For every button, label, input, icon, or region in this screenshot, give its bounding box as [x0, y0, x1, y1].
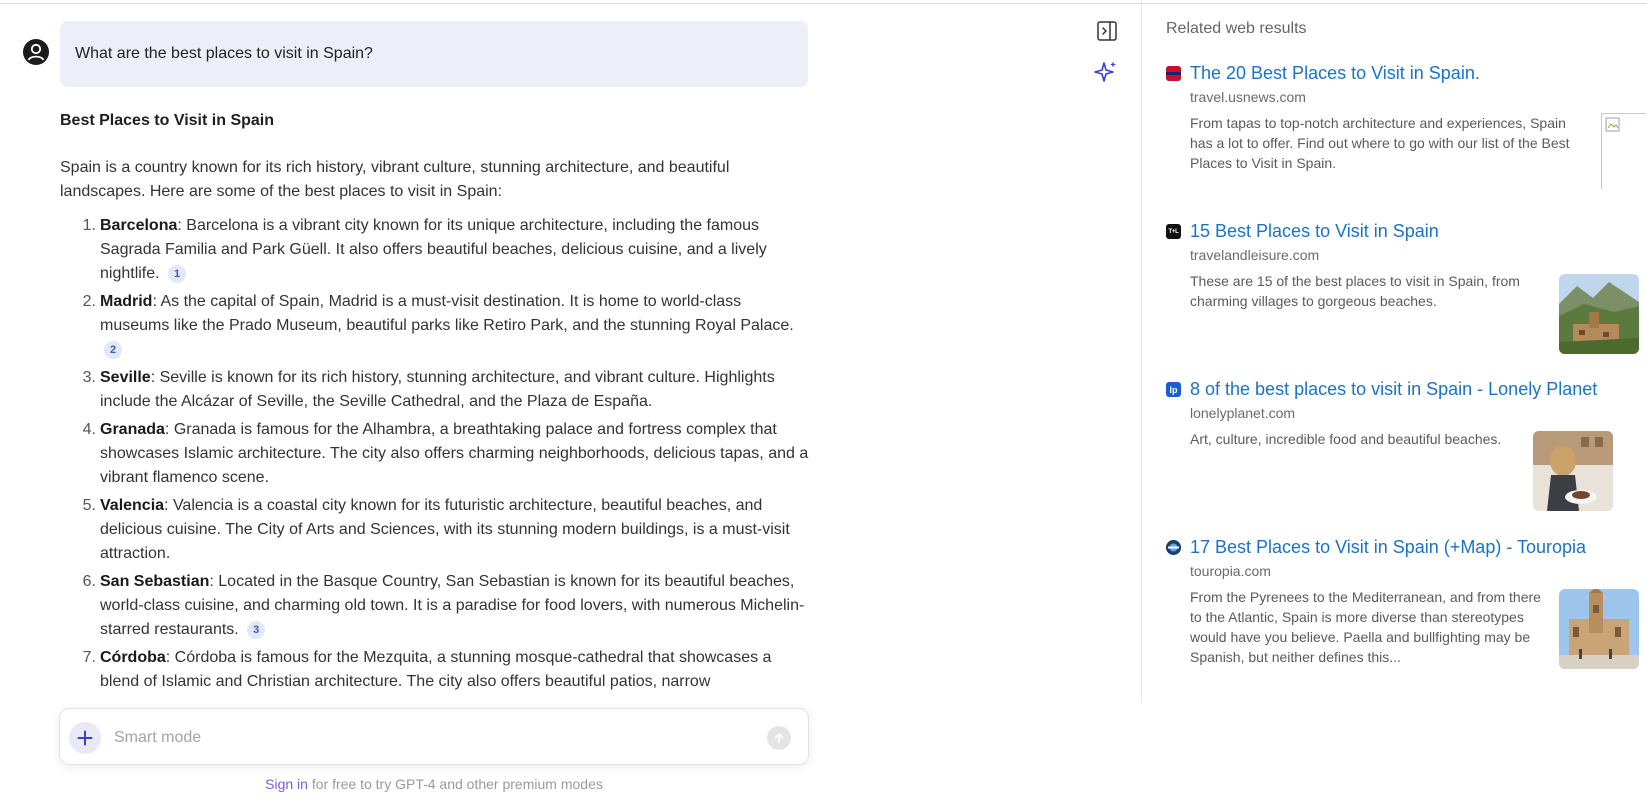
add-attachment-button[interactable] [69, 722, 101, 754]
signin-prompt: Sign in for free to try GPT-4 and other … [0, 776, 868, 792]
related-results-heading: Related web results [1166, 20, 1307, 37]
favicon-text: lp [1169, 384, 1178, 395]
place-name: San Sebastian [100, 573, 210, 590]
result-domain: touropia.com [1190, 563, 1271, 579]
sparkle-icon [1094, 61, 1116, 82]
list-item: 2. Madrid: As the capital of Spain, Madr… [60, 290, 810, 362]
list-number: 2. [82, 293, 96, 310]
citation-badge[interactable]: 2 [104, 341, 122, 359]
favicon-text: T+L [1168, 228, 1179, 235]
arrow-up-icon [774, 733, 784, 744]
list-number: 7. [82, 649, 96, 666]
travel-leisure-favicon-icon: T+L [1166, 224, 1181, 239]
result-description: These are 15 of the best places to visit… [1190, 273, 1520, 309]
mountain-village-photo[interactable] [1559, 274, 1639, 354]
places-list: 1. Barcelona: Barcelona is a vibrant cit… [60, 214, 810, 692]
web-result: T+L 15 Best Places to Visit in Spain tra… [1166, 218, 1646, 354]
toggle-sidebar-button[interactable] [1095, 19, 1119, 43]
chat-input-box [59, 708, 809, 766]
web-result: lp 8 of the best places to visit in Spai… [1166, 376, 1646, 511]
lonely-planet-favicon-icon: lp [1166, 382, 1181, 397]
place-description: : Valencia is a coastal city known for i… [100, 497, 790, 562]
place-description: : Granada is famous for the Alhambra, a … [100, 421, 809, 486]
user-question: What are the best places to visit in Spa… [60, 21, 808, 87]
list-item: 7. Córdoba: Córdoba is famous for the Me… [60, 646, 810, 692]
place-description: : Seville is known for its rich history,… [100, 369, 775, 410]
list-item: 1. Barcelona: Barcelona is a vibrant cit… [60, 214, 810, 286]
broken-image-icon[interactable] [1601, 113, 1646, 189]
web-result: The 20 Best Places to Visit in Spain. tr… [1166, 60, 1646, 190]
list-item: 6. San Sebastian: Located in the Basque … [60, 570, 810, 642]
result-domain: travelandleisure.com [1190, 247, 1320, 263]
chat-input[interactable] [114, 709, 714, 766]
user-avatar-icon [23, 39, 49, 65]
result-title-link[interactable]: The 20 Best Places to Visit in Spain. [1190, 60, 1480, 86]
usnews-favicon-icon [1166, 66, 1181, 81]
answer-intro: Spain is a country known for its rich hi… [60, 159, 730, 200]
answer-title: Best Places to Visit in Spain [60, 112, 274, 129]
touropia-favicon-icon [1166, 540, 1181, 555]
assistant-answer: Best Places to Visit in Spain Spain is a… [60, 108, 810, 692]
list-number: 3. [82, 369, 96, 386]
web-result: 17 Best Places to Visit in Spain (+Map) … [1166, 534, 1646, 669]
ai-sparkle-button[interactable] [1094, 60, 1118, 84]
panel-divider [1141, 0, 1142, 702]
sign-in-link[interactable]: Sign in [265, 776, 308, 792]
citation-badge[interactable]: 1 [168, 265, 187, 283]
place-description: : Barcelona is a vibrant city known for … [100, 217, 767, 282]
panel-collapse-icon [1097, 21, 1117, 41]
place-name: Córdoba [100, 649, 166, 666]
result-domain: lonelyplanet.com [1190, 405, 1296, 421]
list-number: 1. [82, 217, 96, 234]
plus-icon [77, 730, 93, 746]
list-item: 4. Granada: Granada is famous for the Al… [60, 418, 810, 490]
list-item: 5. Valencia: Valencia is a coastal city … [60, 494, 810, 566]
citation-badge[interactable]: 3 [247, 621, 266, 639]
question-text: What are the best places to visit in Spa… [75, 45, 373, 62]
signin-text: for free to try GPT-4 and other premium … [307, 776, 603, 792]
result-description: From the Pyrenees to the Mediterranean, … [1190, 589, 1541, 665]
place-name: Madrid [100, 293, 153, 310]
list-number: 4. [82, 421, 96, 438]
result-title-link[interactable]: 8 of the best places to visit in Spain -… [1190, 376, 1597, 402]
cafe-plaza-photo[interactable] [1533, 431, 1613, 511]
place-name: Granada [100, 421, 165, 438]
result-description: From tapas to top-notch architecture and… [1190, 115, 1570, 171]
send-button[interactable] [767, 726, 791, 750]
result-title-link[interactable]: 15 Best Places to Visit in Spain [1190, 218, 1439, 244]
place-description: : As the capital of Spain, Madrid is a m… [100, 293, 794, 334]
list-item: 3. Seville: Seville is known for its ric… [60, 366, 810, 414]
result-description: Art, culture, incredible food and beauti… [1190, 431, 1502, 447]
result-title-link[interactable]: 17 Best Places to Visit in Spain (+Map) … [1190, 534, 1586, 560]
cathedral-photo[interactable] [1559, 589, 1639, 669]
place-name: Seville [100, 369, 151, 386]
top-border [0, 3, 1647, 4]
list-number: 5. [82, 497, 96, 514]
place-name: Valencia [100, 497, 165, 514]
result-domain: travel.usnews.com [1190, 89, 1306, 105]
place-description: : Córdoba is famous for the Mezquita, a … [100, 649, 772, 690]
place-name: Barcelona [100, 217, 178, 234]
list-number: 6. [82, 573, 96, 590]
